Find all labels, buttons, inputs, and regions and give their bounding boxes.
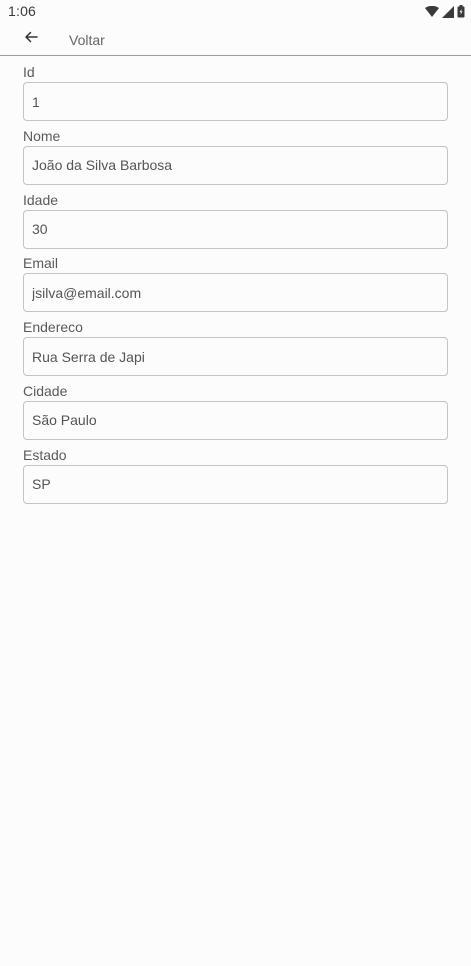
- field-email: Email: [23, 254, 448, 318]
- nome-input[interactable]: [23, 145, 448, 185]
- signal-icon: [442, 5, 454, 18]
- field-endereco: Endereco: [23, 318, 448, 382]
- field-label-id: Id: [23, 64, 35, 80]
- field-nome: Nome: [23, 127, 448, 191]
- app-bar: Voltar: [0, 24, 471, 56]
- estado-input[interactable]: [23, 464, 448, 504]
- back-button[interactable]: [18, 26, 44, 52]
- field-estado: Estado: [23, 446, 448, 510]
- field-label-nome: Nome: [23, 127, 61, 144]
- email-input[interactable]: [23, 273, 448, 313]
- battery-icon: [457, 5, 465, 18]
- field-label-idade: Idade: [23, 191, 59, 208]
- field-idade: Idade: [23, 191, 448, 255]
- field-label-email: Email: [23, 255, 59, 272]
- field-id: Id: [23, 63, 448, 127]
- arrow-left-icon: [24, 30, 38, 49]
- form: Id Nome Idade Email Endereco Cidade Esta…: [23, 63, 448, 510]
- id-input[interactable]: [23, 82, 448, 121]
- back-title[interactable]: Voltar: [69, 32, 105, 48]
- status-icons: [425, 5, 465, 18]
- field-label-estado: Estado: [23, 446, 67, 463]
- field-label-cidade: Cidade: [23, 382, 68, 399]
- status-bar: 1:06: [0, 0, 471, 24]
- cidade-input[interactable]: [23, 400, 448, 440]
- idade-input[interactable]: [23, 209, 448, 249]
- field-cidade: Cidade: [23, 382, 448, 446]
- wifi-icon: [425, 5, 439, 18]
- status-time: 1:06: [8, 3, 37, 19]
- field-label-endereco: Endereco: [23, 319, 83, 336]
- endereco-input[interactable]: [23, 337, 448, 377]
